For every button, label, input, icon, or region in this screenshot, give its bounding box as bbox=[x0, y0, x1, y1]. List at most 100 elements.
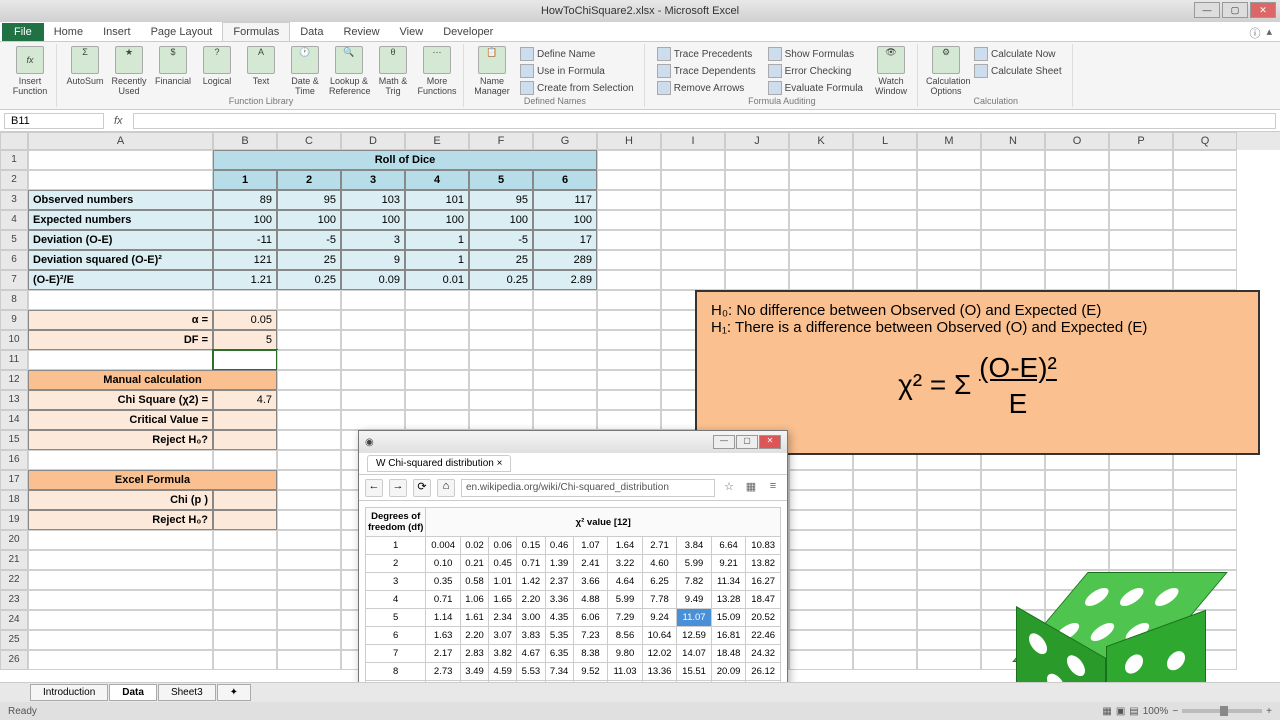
tab-home[interactable]: Home bbox=[44, 23, 93, 41]
cell[interactable] bbox=[917, 230, 981, 250]
maximize-button[interactable]: ▢ bbox=[1222, 2, 1248, 18]
cell[interactable] bbox=[981, 190, 1045, 210]
cell[interactable] bbox=[341, 390, 405, 410]
select-all-corner[interactable] bbox=[0, 132, 28, 150]
zoom-in-button[interactable]: + bbox=[1266, 706, 1272, 717]
cell[interactable] bbox=[597, 350, 661, 370]
cell[interactable]: 95 bbox=[469, 190, 533, 210]
cell[interactable] bbox=[1045, 150, 1109, 170]
cell[interactable]: 1 bbox=[213, 170, 277, 190]
cell[interactable] bbox=[789, 590, 853, 610]
cell[interactable] bbox=[277, 410, 341, 430]
extension-icon[interactable]: ▦ bbox=[743, 480, 759, 496]
name-box[interactable]: B11 bbox=[4, 113, 104, 129]
cell[interactable] bbox=[789, 650, 853, 670]
cell[interactable] bbox=[789, 610, 853, 630]
cell[interactable] bbox=[1173, 190, 1237, 210]
cell[interactable] bbox=[1109, 550, 1173, 570]
cell[interactable] bbox=[853, 210, 917, 230]
cell[interactable] bbox=[341, 410, 405, 430]
tab-developer[interactable]: Developer bbox=[433, 23, 503, 41]
cell[interactable] bbox=[1109, 250, 1173, 270]
row-header[interactable]: 14 bbox=[0, 410, 28, 430]
cell[interactable] bbox=[853, 590, 917, 610]
cell[interactable] bbox=[981, 250, 1045, 270]
cell[interactable]: Deviation squared (O-E)² bbox=[28, 250, 213, 270]
cell[interactable] bbox=[725, 190, 789, 210]
use-in-formula-button[interactable]: Use in Formula bbox=[516, 63, 638, 79]
cell[interactable] bbox=[28, 570, 213, 590]
cell[interactable] bbox=[853, 190, 917, 210]
col-header[interactable]: F bbox=[469, 132, 533, 150]
cell[interactable] bbox=[917, 270, 981, 290]
cell[interactable] bbox=[1045, 230, 1109, 250]
row-header[interactable]: 10 bbox=[0, 330, 28, 350]
cell[interactable] bbox=[597, 270, 661, 290]
cell[interactable] bbox=[789, 210, 853, 230]
cell[interactable] bbox=[28, 550, 213, 570]
row-header[interactable]: 4 bbox=[0, 210, 28, 230]
cell[interactable] bbox=[789, 550, 853, 570]
cell[interactable] bbox=[469, 310, 533, 330]
cell[interactable] bbox=[917, 150, 981, 170]
calculation-options-button[interactable]: ⚙Calculation Options bbox=[926, 46, 966, 96]
calculate-sheet-button[interactable]: Calculate Sheet bbox=[970, 63, 1066, 79]
cell[interactable] bbox=[597, 310, 661, 330]
tab-formulas[interactable]: Formulas bbox=[222, 22, 290, 41]
cell[interactable] bbox=[405, 290, 469, 310]
col-header[interactable]: H bbox=[597, 132, 661, 150]
cell[interactable] bbox=[405, 370, 469, 390]
cell[interactable] bbox=[277, 290, 341, 310]
cell[interactable] bbox=[853, 150, 917, 170]
define-name-button[interactable]: Define Name bbox=[516, 46, 638, 62]
cell[interactable]: 5 bbox=[213, 330, 277, 350]
col-header[interactable]: J bbox=[725, 132, 789, 150]
cell[interactable]: 4.7 bbox=[213, 390, 277, 410]
cell[interactable] bbox=[28, 610, 213, 630]
cell[interactable] bbox=[725, 270, 789, 290]
cell[interactable] bbox=[597, 290, 661, 310]
cell[interactable]: 0.25 bbox=[277, 270, 341, 290]
cell[interactable] bbox=[405, 390, 469, 410]
cell[interactable] bbox=[213, 570, 277, 590]
cell[interactable] bbox=[661, 270, 725, 290]
cell[interactable] bbox=[28, 150, 213, 170]
cell[interactable] bbox=[853, 650, 917, 670]
row-header[interactable]: 20 bbox=[0, 530, 28, 550]
cell[interactable] bbox=[469, 390, 533, 410]
cell[interactable] bbox=[405, 410, 469, 430]
cell[interactable] bbox=[1045, 490, 1109, 510]
cell[interactable] bbox=[661, 170, 725, 190]
tab-insert[interactable]: Insert bbox=[93, 23, 141, 41]
tab-page-layout[interactable]: Page Layout bbox=[141, 23, 223, 41]
cell[interactable] bbox=[661, 210, 725, 230]
cell[interactable]: Reject H₀? bbox=[28, 510, 213, 530]
cell[interactable] bbox=[213, 650, 277, 670]
cell[interactable] bbox=[1173, 250, 1237, 270]
sheet-tab-data[interactable]: Data bbox=[109, 684, 157, 701]
cell[interactable] bbox=[277, 430, 341, 450]
cell[interactable]: Expected numbers bbox=[28, 210, 213, 230]
cell[interactable] bbox=[1109, 510, 1173, 530]
cell[interactable] bbox=[725, 250, 789, 270]
cell[interactable]: (O-E)²/E bbox=[28, 270, 213, 290]
more-functions-button[interactable]: ⋯More Functions bbox=[417, 46, 457, 96]
cell[interactable] bbox=[277, 370, 341, 390]
tab-view[interactable]: View bbox=[390, 23, 434, 41]
cell[interactable] bbox=[213, 430, 277, 450]
tab-data[interactable]: Data bbox=[290, 23, 333, 41]
browser-minimize-button[interactable]: — bbox=[713, 435, 735, 449]
cell[interactable]: Deviation (O-E) bbox=[28, 230, 213, 250]
row-header[interactable]: 1 bbox=[0, 150, 28, 170]
cell[interactable] bbox=[725, 210, 789, 230]
star-icon[interactable]: ☆ bbox=[721, 480, 737, 496]
trace-dependents-button[interactable]: Trace Dependents bbox=[653, 63, 760, 79]
cell[interactable] bbox=[1045, 250, 1109, 270]
cell[interactable] bbox=[213, 350, 277, 370]
row-header[interactable]: 16 bbox=[0, 450, 28, 470]
cell[interactable] bbox=[533, 290, 597, 310]
cell[interactable]: 89 bbox=[213, 190, 277, 210]
cell[interactable] bbox=[853, 530, 917, 550]
browser-maximize-button[interactable]: ▢ bbox=[736, 435, 758, 449]
row-header[interactable]: 11 bbox=[0, 350, 28, 370]
